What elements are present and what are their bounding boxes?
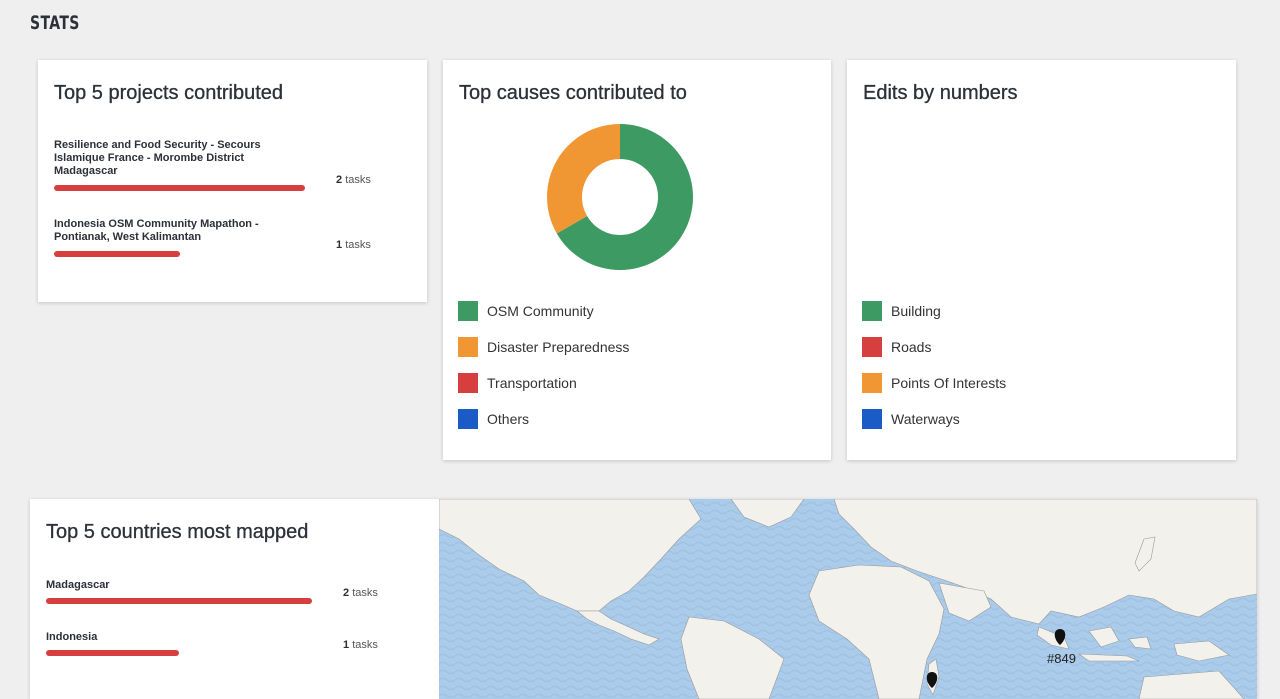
top-projects-card: Top 5 projects contributed Resilience an… xyxy=(38,60,427,302)
project-task-count: 1 tasks xyxy=(336,239,371,251)
legend-swatch xyxy=(458,337,478,357)
legend-label: Points Of Interests xyxy=(891,375,1007,391)
task-count-value: 1 xyxy=(336,239,343,251)
legend-item: Building xyxy=(862,301,1006,321)
legend-swatch xyxy=(458,373,478,393)
task-count-value: 2 xyxy=(343,587,350,599)
donut-slice-disaster-preparedness[interactable] xyxy=(547,124,620,234)
legend-swatch xyxy=(862,337,882,357)
task-count-value: 2 xyxy=(336,174,343,186)
legend-label: Others xyxy=(487,411,530,427)
project-name[interactable]: Resilience and Food Security - Secours I… xyxy=(54,139,294,178)
legend-label: Transportation xyxy=(487,375,577,391)
project-task-count: 2 tasks xyxy=(336,174,371,186)
top-countries-card: Top 5 countries most mapped Madagascar 2… xyxy=(30,499,1257,699)
top-causes-title: Top causes contributed to xyxy=(459,82,687,104)
country-progress-bar xyxy=(46,650,179,656)
legend-label: Disaster Preparedness xyxy=(487,339,630,355)
legend-item: Transportation xyxy=(458,373,629,393)
legend-item: Waterways xyxy=(862,409,1006,429)
country-task-count: 1 tasks xyxy=(343,639,378,651)
causes-donut-chart xyxy=(547,124,693,270)
edits-legend: Building Roads Points Of Interests Water… xyxy=(862,301,1006,445)
top-countries-title: Top 5 countries most mapped xyxy=(46,521,309,543)
legend-item: Roads xyxy=(862,337,1006,357)
legend-label: Building xyxy=(891,303,941,319)
project-name[interactable]: Indonesia OSM Community Mapathon - Ponti… xyxy=(54,218,294,244)
legend-item: Others xyxy=(458,409,629,429)
legend-label: OSM Community xyxy=(487,303,594,319)
legend-item: Disaster Preparedness xyxy=(458,337,629,357)
legend-item: Points Of Interests xyxy=(862,373,1006,393)
map-marker-label: #849 xyxy=(1047,651,1076,666)
project-progress-bar xyxy=(54,185,305,191)
legend-swatch xyxy=(458,409,478,429)
legend-item: OSM Community xyxy=(458,301,629,321)
task-count-unit: tasks xyxy=(352,639,378,651)
world-map-svg[interactable]: #849 xyxy=(438,499,1257,699)
legend-swatch xyxy=(862,409,882,429)
legend-label: Waterways xyxy=(891,411,960,427)
legend-label: Roads xyxy=(891,339,932,355)
edits-title: Edits by numbers xyxy=(863,82,1018,104)
legend-swatch xyxy=(862,373,882,393)
project-progress-bar xyxy=(54,251,180,257)
task-count-unit: tasks xyxy=(345,174,371,186)
task-count-unit: tasks xyxy=(352,587,378,599)
task-count-value: 1 xyxy=(343,639,350,651)
causes-legend: OSM Community Disaster Preparedness Tran… xyxy=(458,301,629,445)
top-projects-title: Top 5 projects contributed xyxy=(54,82,284,104)
task-count-unit: tasks xyxy=(345,239,371,251)
world-map[interactable]: #849 xyxy=(438,499,1257,699)
country-progress-bar xyxy=(46,598,312,604)
country-task-count: 2 tasks xyxy=(343,587,378,599)
edits-card: Edits by numbers Building Roads Points O… xyxy=(847,60,1236,460)
project-item[interactable]: Indonesia OSM Community Mapathon - Ponti… xyxy=(54,218,394,257)
legend-swatch xyxy=(458,301,478,321)
top-causes-card: Top causes contributed to OSM Community … xyxy=(443,60,831,460)
stats-heading: STATS xyxy=(30,12,80,34)
legend-swatch xyxy=(862,301,882,321)
